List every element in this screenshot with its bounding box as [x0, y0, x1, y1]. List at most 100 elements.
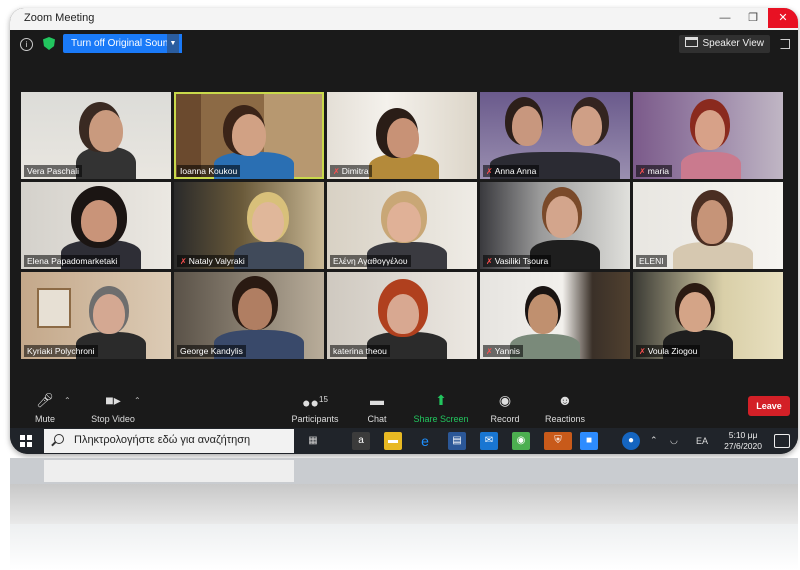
maximize-button[interactable]: ❐	[740, 8, 766, 28]
info-icon[interactable]: i	[20, 38, 33, 51]
tripadvisor-icon[interactable]: ◉	[512, 432, 530, 450]
participant-name-text: Nataly Valyraki	[188, 256, 245, 266]
participant-face	[89, 110, 123, 152]
participant-name: Vera Paschali	[24, 165, 82, 177]
participant-face	[238, 288, 272, 330]
zoom-window: Zoom Meeting — ❐ ✕ i Turn off Original S…	[10, 8, 798, 454]
video-tile[interactable]: katerina theou	[327, 272, 477, 359]
video-tile-active-speaker[interactable]: Ioanna Koukou	[174, 92, 324, 179]
muted-mic-icon: ✗	[639, 167, 646, 176]
participant-face	[387, 294, 419, 334]
speaker-view-icon	[685, 37, 699, 47]
muted-mic-icon: ✗	[486, 257, 493, 266]
participants-button[interactable]: ●●15 Participants	[280, 390, 350, 424]
search-placeholder: Πληκτρολογήστε εδώ για αναζήτηση	[74, 434, 251, 446]
video-tile[interactable]: Kyriaki Polychroni	[21, 272, 171, 359]
wifi-icon[interactable]: ◡	[670, 435, 678, 446]
file-explorer-icon[interactable]: ▬	[384, 432, 402, 450]
participant-silhouette	[681, 152, 741, 179]
clock-date: 27/6/2020	[724, 441, 762, 451]
muted-mic-icon: ✗	[486, 167, 493, 176]
video-tile[interactable]: ✗ Dimitra	[327, 92, 477, 179]
chrome-icon[interactable]: ●	[622, 432, 640, 450]
reactions-button[interactable]: ☻ Reactions	[530, 390, 600, 424]
participant-name: ✗ maria	[636, 165, 672, 177]
original-sound-button[interactable]: Turn off Original Sound	[63, 34, 182, 53]
participant-face	[512, 106, 542, 146]
window-title: Zoom Meeting	[24, 12, 95, 24]
window-reflection	[10, 458, 798, 570]
participant-face	[387, 202, 421, 242]
participant-face	[81, 200, 117, 242]
participant-name: ✗ Anna Anna	[483, 165, 540, 177]
reactions-label: Reactions	[544, 414, 586, 424]
windows-start-icon[interactable]	[20, 435, 32, 447]
participant-face	[93, 294, 125, 334]
video-tile[interactable]: George Kandylis	[174, 272, 324, 359]
video-tile[interactable]: Ελένη Αγαθογγέλου	[327, 182, 477, 269]
participant-name-text: Vasiliki Tsoura	[494, 256, 549, 266]
participant-name: ✗ Voula Ziogou	[636, 345, 701, 357]
participant-silhouette	[673, 242, 753, 269]
participant-name: Elena Papadomarketaki	[24, 255, 121, 267]
muted-mic-icon: ✗	[486, 347, 493, 356]
speaker-view-button[interactable]: Speaker View	[679, 35, 770, 53]
taskbar-search-box[interactable]: Πληκτρολογήστε εδώ για αναζήτηση	[44, 429, 294, 453]
reflected-toolbar	[10, 484, 798, 524]
security-app-icon[interactable]: ⛨	[544, 432, 572, 450]
mail-icon[interactable]: ✉	[480, 432, 498, 450]
minimize-button[interactable]: —	[712, 8, 738, 28]
audio-options-caret-icon[interactable]: ⌃	[64, 396, 71, 405]
stop-video-label: Stop Video	[91, 414, 135, 424]
notification-center-icon[interactable]	[774, 434, 790, 448]
muted-mic-icon: ✗	[333, 167, 340, 176]
video-tile[interactable]: ✗ Vasiliki Tsoura	[480, 182, 630, 269]
amazon-icon[interactable]: a	[352, 432, 370, 450]
participant-name-text: Voula Ziogou	[647, 346, 698, 356]
input-language[interactable]: EA	[696, 436, 708, 446]
participant-face	[679, 292, 711, 332]
participant-name-text: Anna Anna	[494, 166, 537, 176]
participant-name: Ελένη Αγαθογγέλου	[330, 255, 411, 267]
mute-label: Mute	[34, 414, 55, 424]
video-tile[interactable]: ✗ maria	[633, 92, 783, 179]
participant-name: ELENI	[636, 255, 667, 267]
meeting-top-bar: i Turn off Original Sound ▼ Speaker View	[10, 30, 798, 58]
leave-button[interactable]: Leave	[748, 396, 790, 416]
participant-name: ✗ Yannis	[483, 345, 524, 357]
share-screen-button[interactable]: ⬆ Share Screen	[406, 390, 476, 424]
video-tile[interactable]: Vera Paschali	[21, 92, 171, 179]
video-tile[interactable]: ✗ Anna Anna	[480, 92, 630, 179]
video-tile[interactable]: ✗ Yannis	[480, 272, 630, 359]
task-view-icon[interactable]: ▦	[304, 432, 322, 450]
chevron-down-icon[interactable]: ▼	[167, 34, 179, 53]
participant-face	[232, 114, 266, 156]
zoom-app-icon[interactable]: ■	[580, 432, 598, 450]
wall-picture-frame	[37, 288, 71, 328]
participant-face	[528, 294, 558, 334]
video-tile[interactable]: ✗ Nataly Valyraki	[174, 182, 324, 269]
share-screen-label: Share Screen	[413, 414, 469, 424]
edge-browser-icon[interactable]: e	[416, 432, 434, 450]
video-options-caret-icon[interactable]: ⌃	[134, 396, 141, 405]
participant-name-text: Dimitra	[341, 166, 369, 176]
taskbar-clock[interactable]: 5:10 μμ 27/6/2020	[724, 430, 762, 452]
news-app-icon[interactable]: ▤	[448, 432, 466, 450]
video-tile[interactable]: Elena Papadomarketaki	[21, 182, 171, 269]
security-shield-icon[interactable]	[43, 37, 55, 50]
windows-taskbar: Πληκτρολογήστε εδώ για αναζήτηση ▦ a ▬ e…	[10, 428, 798, 454]
participants-icon: ●●15	[302, 394, 328, 411]
video-tile[interactable]: ELENI	[633, 182, 783, 269]
tray-chevron-up-icon[interactable]: ⌃	[650, 435, 658, 446]
participant-face	[546, 196, 578, 238]
participant-name: Kyriaki Polychroni	[24, 345, 98, 357]
fullscreen-icon[interactable]	[780, 39, 790, 49]
meeting-controls: 🎤︎ Mute ⌃ ■▸ Stop Video ⌃ ●●15 Participa…	[10, 388, 798, 428]
participant-face	[387, 118, 419, 158]
close-button[interactable]: ✕	[768, 8, 798, 28]
title-bar: Zoom Meeting — ❐ ✕	[10, 8, 798, 30]
participant-name: ✗ Nataly Valyraki	[177, 255, 248, 267]
participants-label: Participants	[291, 414, 339, 424]
video-tile[interactable]: ✗ Voula Ziogou	[633, 272, 783, 359]
chat-button[interactable]: ▬ Chat	[342, 390, 412, 424]
